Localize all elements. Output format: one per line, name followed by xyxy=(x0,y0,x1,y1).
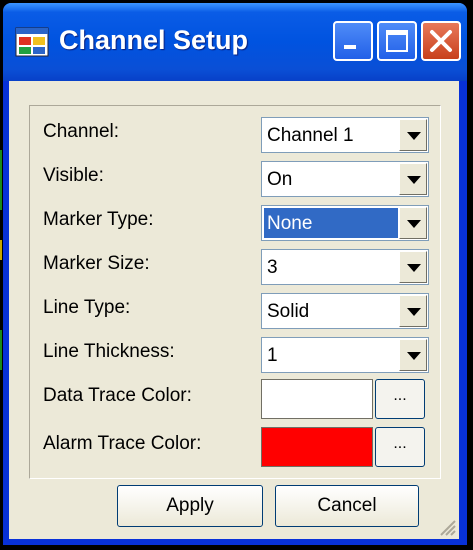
marker-type-dropdown[interactable]: None xyxy=(261,205,429,241)
chevron-down-icon xyxy=(407,352,421,360)
alarm-trace-color-label: Alarm Trace Color: xyxy=(43,433,202,454)
visible-value: On xyxy=(267,169,293,190)
close-button[interactable] xyxy=(421,21,461,61)
close-icon xyxy=(430,30,452,52)
marker-size-value: 3 xyxy=(267,257,278,278)
cancel-button[interactable]: Cancel xyxy=(275,485,419,527)
line-thickness-label: Line Thickness: xyxy=(43,341,175,362)
line-type-dropdown[interactable]: Solid xyxy=(261,293,429,329)
minimize-button[interactable] xyxy=(333,21,373,61)
channel-value: Channel 1 xyxy=(267,125,354,146)
channel-label: Channel: xyxy=(43,121,120,142)
channel-dropdown-arrow[interactable] xyxy=(399,119,427,151)
marker-type-label: Marker Type: xyxy=(43,209,154,230)
visible-dropdown-arrow[interactable] xyxy=(399,163,427,195)
line-thickness-dropdown-arrow[interactable] xyxy=(399,339,427,371)
data-trace-color-swatch xyxy=(261,379,373,419)
chevron-down-icon xyxy=(407,264,421,272)
line-type-value: Solid xyxy=(267,301,310,322)
maximize-button[interactable] xyxy=(377,21,417,61)
line-thickness-dropdown[interactable]: 1 xyxy=(261,337,429,373)
marker-size-dropdown[interactable]: 3 xyxy=(261,249,429,285)
chevron-down-icon xyxy=(407,132,421,140)
resize-grip-icon[interactable] xyxy=(437,517,457,537)
visible-dropdown[interactable]: On xyxy=(261,161,429,197)
line-type-dropdown-arrow[interactable] xyxy=(399,295,427,327)
line-type-label: Line Type: xyxy=(43,297,131,318)
alarm-trace-color-swatch xyxy=(261,427,373,467)
window-title: Channel Setup xyxy=(59,25,249,55)
maximize-icon xyxy=(386,30,408,52)
marker-type-value: None xyxy=(267,213,313,234)
apply-button[interactable]: Apply xyxy=(117,485,263,527)
marker-size-label: Marker Size: xyxy=(43,253,150,274)
line-thickness-value: 1 xyxy=(267,345,278,366)
channel-dropdown[interactable]: Channel 1 xyxy=(261,117,429,153)
alarm-trace-color-button[interactable]: ... xyxy=(375,427,425,467)
background-line xyxy=(0,330,2,370)
visible-label: Visible: xyxy=(43,165,104,186)
marker-size-dropdown-arrow[interactable] xyxy=(399,251,427,283)
data-trace-color-label: Data Trace Color: xyxy=(43,385,192,406)
marker-type-dropdown-arrow[interactable] xyxy=(399,207,427,239)
channel-setup-dialog: Channel Setup Channel: Channel 1 Visible… xyxy=(3,3,467,545)
chevron-down-icon xyxy=(407,176,421,184)
minimize-icon xyxy=(344,45,356,49)
dialog-client-area: Channel: Channel 1 Visible: On Marker Ty… xyxy=(9,81,459,539)
data-trace-color-button[interactable]: ... xyxy=(375,379,425,419)
chevron-down-icon xyxy=(407,308,421,316)
app-window-icon xyxy=(15,27,49,57)
background-line xyxy=(0,240,2,260)
title-bar[interactable]: Channel Setup xyxy=(3,3,467,81)
chevron-down-icon xyxy=(407,220,421,228)
background-line xyxy=(0,150,2,210)
